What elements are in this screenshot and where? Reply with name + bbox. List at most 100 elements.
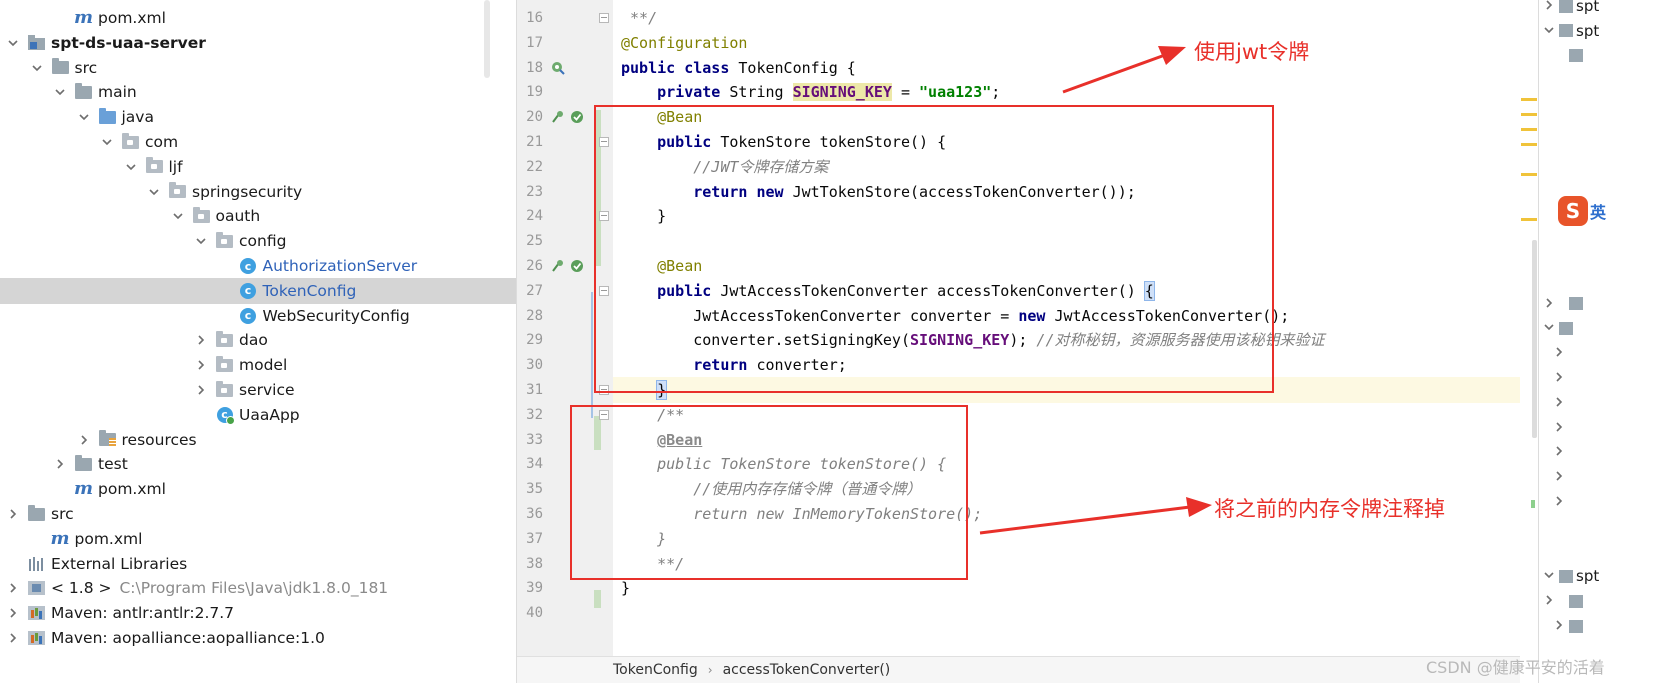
gutter-line[interactable]: 25 (517, 228, 613, 254)
chevron-right-icon[interactable] (1543, 0, 1557, 15)
tree-item[interactable]: c WebSecurityConfig (0, 303, 516, 329)
chevron-right-icon[interactable] (6, 631, 20, 645)
right-tree-item[interactable] (1539, 168, 1567, 192)
tree-scrollbar[interactable] (484, 0, 490, 78)
code-line[interactable]: @Bean (613, 253, 1526, 279)
gutter-line[interactable]: 37 (517, 526, 613, 552)
chevron-right-icon[interactable] (6, 581, 20, 595)
code-line[interactable]: @Bean (613, 427, 1526, 453)
fold-toggle-icon[interactable] (599, 211, 609, 222)
right-tree-item[interactable] (1539, 316, 1576, 340)
gutter-line[interactable]: 24 (517, 203, 613, 229)
chevron-right-icon[interactable] (77, 433, 91, 447)
tree-item[interactable]: test (0, 451, 516, 477)
right-tree-item[interactable] (1539, 44, 1586, 68)
chevron-down-icon[interactable] (53, 85, 67, 99)
chevron-down-icon[interactable] (1543, 319, 1557, 337)
code-line[interactable]: **/ (613, 551, 1526, 577)
right-tree-item[interactable]: spt (1539, 564, 1599, 588)
breadcrumb-class[interactable]: TokenConfig (613, 662, 698, 678)
right-tree-item[interactable] (1539, 614, 1586, 638)
right-tree-item[interactable] (1539, 267, 1567, 291)
gutter-line[interactable]: 35 (517, 476, 613, 502)
warning-marker[interactable] (1521, 113, 1537, 116)
code-line[interactable]: //JWT令牌存储方案 (613, 154, 1526, 180)
tree-item[interactable]: < 1.8 > C:\Program Files\Java\jdk1.8.0_18… (0, 575, 516, 601)
gutter-line[interactable]: 18 (517, 55, 613, 81)
gutter-line[interactable]: 39 (517, 575, 613, 601)
tree-item[interactable]: spt-ds-uaa-server (0, 30, 516, 56)
code-line[interactable] (613, 228, 1526, 254)
tree-item[interactable]: External Libraries (0, 551, 516, 577)
code-line[interactable]: public JwtAccessTokenConverter accessTok… (613, 278, 1526, 304)
right-tree-item[interactable] (1539, 465, 1567, 489)
right-tree-item[interactable] (1539, 366, 1567, 390)
gutter-line[interactable]: 20 (517, 104, 613, 130)
right-tree-item[interactable] (1539, 143, 1567, 167)
chevron-down-icon[interactable] (194, 234, 208, 248)
tree-item[interactable]: dao (0, 327, 516, 353)
chevron-right-icon[interactable] (1543, 592, 1557, 610)
right-tree-item[interactable]: spt (1539, 0, 1599, 18)
bean-class-icon[interactable] (551, 61, 565, 75)
right-tree-item[interactable] (1539, 341, 1567, 365)
tree-item[interactable]: main (0, 79, 516, 105)
chevron-down-icon[interactable] (171, 209, 185, 223)
right-tree-item[interactable]: spt (1539, 19, 1599, 43)
editor-scrollbar[interactable] (1532, 240, 1537, 438)
chevron-right-icon[interactable] (6, 507, 20, 521)
chevron-right-icon[interactable] (194, 358, 208, 372)
code-line[interactable]: } (613, 203, 1526, 229)
tree-item[interactable]: ljf (0, 154, 516, 180)
gutter-line[interactable]: 32 (517, 402, 613, 428)
right-tree-item[interactable] (1539, 490, 1567, 514)
gutter-line[interactable]: 30 (517, 352, 613, 378)
gutter-line[interactable]: 26 (517, 253, 613, 279)
code-line[interactable]: public class TokenConfig { (613, 55, 1526, 81)
chevron-right-icon[interactable] (1553, 468, 1567, 486)
code-line[interactable]: **/ (613, 5, 1526, 31)
gutter-line[interactable]: 36 (517, 501, 613, 527)
gutter-line[interactable]: 38 (517, 551, 613, 577)
tree-item[interactable]: service (0, 377, 516, 403)
code-line[interactable]: @Configuration (613, 30, 1526, 56)
tree-item[interactable]: springsecurity (0, 179, 516, 205)
gutter-line[interactable]: 28 (517, 303, 613, 329)
code-line[interactable]: return converter; (613, 352, 1526, 378)
tree-item[interactable]: config (0, 228, 516, 254)
code-line[interactable]: private String SIGNING_KEY = "uaa123"; (613, 79, 1526, 105)
gutter-line[interactable]: 22 (517, 154, 613, 180)
tree-item[interactable]: src (0, 55, 516, 81)
chevron-right-icon[interactable] (194, 383, 208, 397)
warning-marker[interactable] (1521, 143, 1537, 146)
breadcrumb-method[interactable]: accessTokenConverter() (723, 662, 891, 678)
chevron-right-icon[interactable] (6, 606, 20, 620)
gutter-line[interactable]: 40 (517, 600, 613, 626)
right-tree-item[interactable] (1539, 540, 1567, 564)
bean-link-icon[interactable] (551, 110, 565, 124)
chevron-right-icon[interactable] (1553, 493, 1567, 511)
tree-item[interactable]: m pom.xml (0, 526, 516, 552)
chevron-right-icon[interactable] (1553, 617, 1567, 635)
fold-toggle-icon[interactable] (599, 137, 609, 147)
code-line[interactable]: @Bean (613, 104, 1526, 130)
code-line[interactable]: } (613, 526, 1526, 552)
code-line[interactable]: JwtAccessTokenConverter converter = new … (613, 303, 1526, 329)
tree-item[interactable]: c AuthorizationServer (0, 253, 516, 279)
right-tree-item[interactable] (1539, 93, 1567, 117)
gutter-line[interactable]: 17 (517, 30, 613, 56)
right-tree-item[interactable] (1539, 391, 1567, 415)
warning-marker[interactable] (1521, 173, 1537, 176)
chevron-right-icon[interactable] (1553, 394, 1567, 412)
gutter-line[interactable]: 23 (517, 179, 613, 205)
right-tree-item[interactable] (1539, 242, 1567, 266)
right-tree-item[interactable] (1539, 515, 1567, 539)
code-line[interactable]: converter.setSigningKey(SIGNING_KEY); //… (613, 327, 1526, 353)
code-line[interactable]: /** (613, 402, 1526, 428)
bean-check-icon[interactable] (570, 259, 584, 273)
gutter-line[interactable]: 29 (517, 327, 613, 353)
chevron-down-icon[interactable] (147, 185, 161, 199)
right-tree-item[interactable] (1539, 416, 1567, 440)
tree-item[interactable]: Maven: aopalliance:aopalliance:1.0 (0, 625, 516, 651)
code-line[interactable]: } (613, 377, 1526, 403)
